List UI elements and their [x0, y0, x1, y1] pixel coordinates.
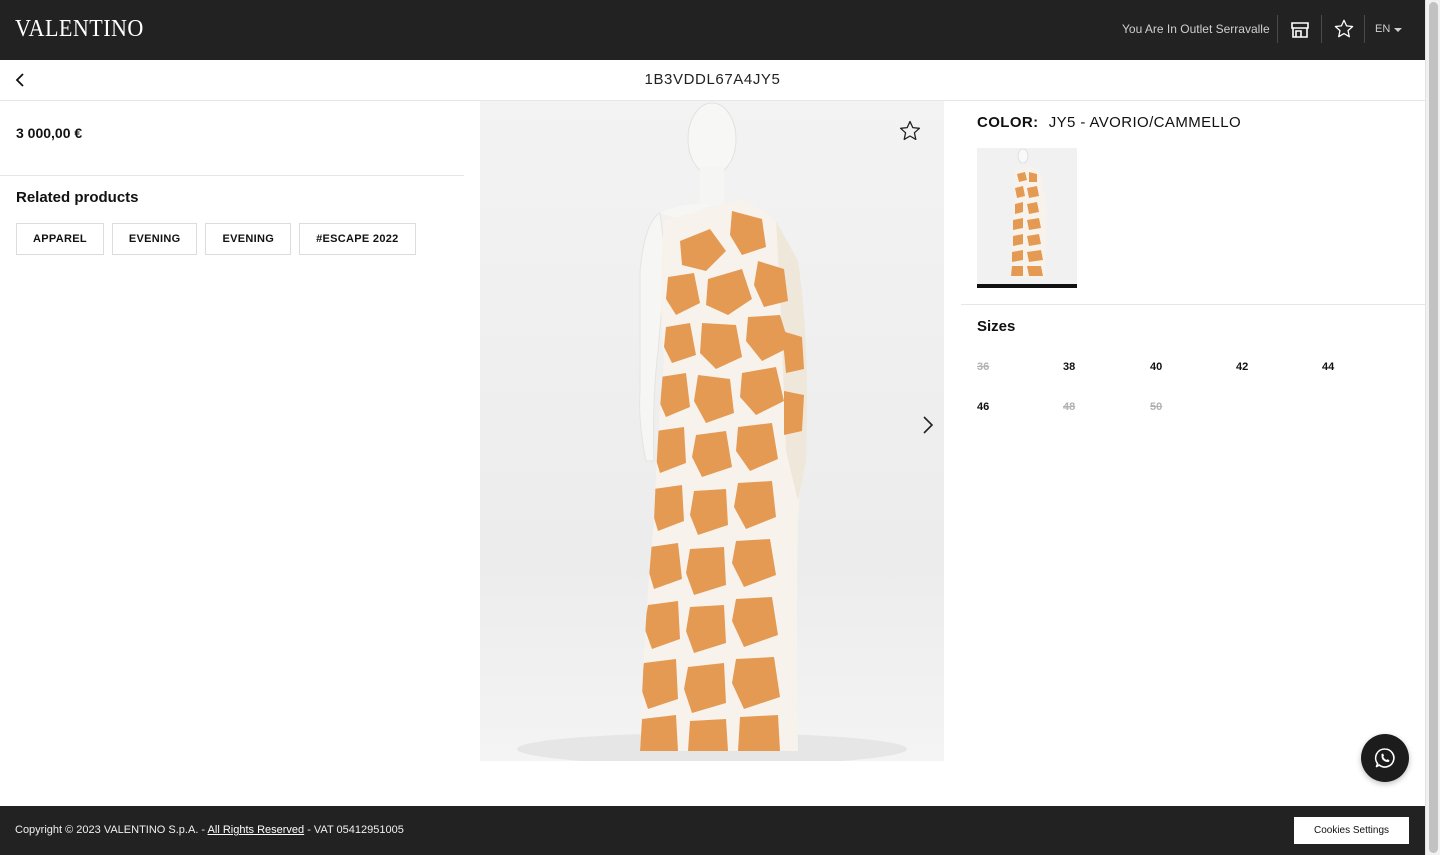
cookies-settings-button[interactable]: Cookies Settings: [1293, 816, 1410, 845]
product-page: VALENTINO You Are In Outlet Serravalle E…: [0, 0, 1440, 855]
header-divider: [1277, 15, 1278, 43]
size-option-unavailable: 48: [1063, 401, 1076, 413]
outlet-location-text[interactable]: You Are In Outlet Serravalle: [1122, 22, 1270, 36]
copyright-prefix: Copyright © 2023 VALENTINO S.p.A. -: [15, 824, 208, 836]
wishlist-star-icon[interactable]: [1333, 18, 1355, 40]
header-divider: [1321, 15, 1322, 43]
product-image[interactable]: [480, 101, 944, 761]
size-option[interactable]: 40: [1150, 361, 1162, 373]
color-label: COLOR:: [977, 114, 1039, 131]
related-tag[interactable]: EVENING: [111, 223, 198, 255]
copyright-text: Copyright © 2023 VALENTINO S.p.A. - All …: [15, 824, 404, 836]
size-option-unavailable: 36: [977, 361, 990, 373]
size-option[interactable]: 38: [1063, 361, 1075, 373]
color-value: JY5 - AVORIO/CAMMELLO: [1048, 114, 1242, 131]
color-swatch-thumbnail[interactable]: [977, 148, 1077, 288]
related-tags: APPAREL EVENING EVENING #ESCAPE 2022: [16, 223, 416, 255]
related-tag[interactable]: #ESCAPE 2022: [299, 223, 416, 255]
scrollbar-thumb[interactable]: [1429, 2, 1438, 853]
product-sku: 1B3VDDL67A4JY5: [644, 71, 781, 88]
vat-text: - VAT 05412951005: [304, 824, 404, 836]
divider: [961, 304, 1425, 305]
header-divider: [1364, 15, 1365, 43]
size-option[interactable]: 46: [977, 401, 989, 413]
sizes-title: Sizes: [977, 318, 1016, 335]
favorite-star-icon[interactable]: [898, 119, 922, 143]
related-tag[interactable]: APPAREL: [16, 223, 104, 255]
related-tag[interactable]: EVENING: [205, 223, 292, 255]
all-rights-reserved-link[interactable]: All Rights Reserved: [208, 824, 305, 836]
whatsapp-chat-button[interactable]: [1361, 734, 1409, 782]
size-option[interactable]: 42: [1236, 361, 1248, 373]
brand-logo[interactable]: VALENTINO: [15, 16, 144, 43]
footer: Copyright © 2023 VALENTINO S.p.A. - All …: [0, 806, 1425, 855]
language-selector[interactable]: EN: [1375, 23, 1390, 35]
chevron-right-icon[interactable]: [920, 415, 936, 435]
size-option[interactable]: 44: [1322, 361, 1334, 373]
related-products-title: Related products: [16, 189, 139, 206]
dress-illustration: [517, 102, 907, 761]
chevron-down-icon[interactable]: [1394, 28, 1402, 32]
store-icon[interactable]: [1290, 20, 1310, 40]
scrollbar[interactable]: [1425, 0, 1440, 855]
color-row: COLOR: JY5 - AVORIO/CAMMELLO: [977, 114, 1241, 131]
divider: [0, 175, 464, 176]
product-subheader: 1B3VDDL67A4JY5: [0, 60, 1425, 101]
whatsapp-icon: [1374, 748, 1395, 768]
product-price: 3 000,00 €: [16, 125, 83, 141]
top-bar: VALENTINO You Are In Outlet Serravalle E…: [0, 0, 1425, 60]
swatch-image: [1011, 148, 1047, 278]
size-option-unavailable: 50: [1150, 401, 1163, 413]
